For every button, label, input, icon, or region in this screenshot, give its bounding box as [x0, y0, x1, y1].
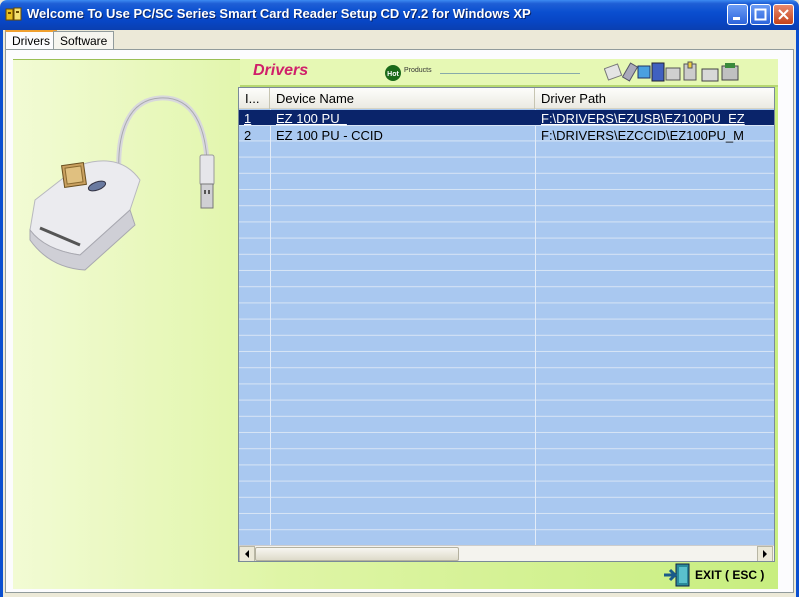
title-bar[interactable]: Welcome To Use PC/SC Series Smart Card R… [0, 0, 799, 30]
product-thumbnails-icon [604, 61, 739, 82]
drivers-title: Drivers [253, 62, 309, 79]
hot-products-label: Products [404, 67, 432, 74]
column-header-device-name[interactable]: Device Name [270, 88, 535, 109]
column-header-driver-path[interactable]: Driver Path [535, 88, 774, 109]
row-device-name: EZ 100 PU - CCID [276, 128, 383, 143]
row-device-name: EZ 100 PU_ [276, 111, 347, 126]
setup-app-icon [5, 7, 22, 21]
list-body: 1 EZ 100 PU_ F:\DRIVERS\EZUSB\EZ100PU_EZ… [239, 109, 774, 545]
driver-list[interactable]: I... Device Name Driver Path 1 EZ 100 PU… [238, 87, 775, 562]
close-icon [778, 9, 789, 20]
card-reader-illustration [29, 95, 215, 271]
hot-products-line [440, 73, 580, 74]
scroll-left-button[interactable] [239, 546, 255, 561]
row-index: 1 [244, 111, 252, 126]
tab-strip: Drivers Software [3, 30, 796, 51]
window-title: Welcome To Use PC/SC Series Smart Card R… [27, 6, 531, 21]
tab-drivers[interactable]: Drivers [5, 30, 57, 51]
exit-door-icon[interactable] [662, 563, 692, 587]
exit-button[interactable]: EXIT ( ESC ) [695, 568, 764, 582]
horizontal-scrollbar[interactable] [239, 545, 774, 561]
hot-badge-text: Hot [387, 71, 399, 78]
table-row[interactable]: 1 EZ 100 PU_ F:\DRIVERS\EZUSB\EZ100PU_EZ [239, 110, 774, 126]
window-frame-left [0, 30, 3, 597]
column-header-index[interactable]: I... [239, 88, 270, 109]
arrow-right-icon [763, 550, 767, 558]
scrollbar-thumb[interactable] [255, 547, 459, 561]
close-button[interactable] [773, 4, 794, 25]
tab-software[interactable]: Software [53, 31, 115, 50]
scroll-right-button[interactable] [757, 546, 773, 561]
row-driver-path: F:\DRIVERS\EZCCID\EZ100PU_M [541, 128, 744, 143]
list-header: I... Device Name Driver Path [239, 88, 774, 109]
hot-products-badge-icon: Hot [385, 65, 401, 81]
minimize-icon [733, 17, 740, 20]
minimize-button[interactable] [727, 4, 748, 25]
row-driver-path: F:\DRIVERS\EZUSB\EZ100PU_EZ [541, 111, 745, 126]
arrow-left-icon [245, 550, 249, 558]
maximize-button[interactable] [750, 4, 771, 25]
row-index: 2 [244, 128, 252, 143]
maximize-icon [754, 8, 767, 21]
table-row[interactable]: 2 EZ 100 PU - CCID F:\DRIVERS\EZCCID\EZ1… [239, 127, 774, 143]
